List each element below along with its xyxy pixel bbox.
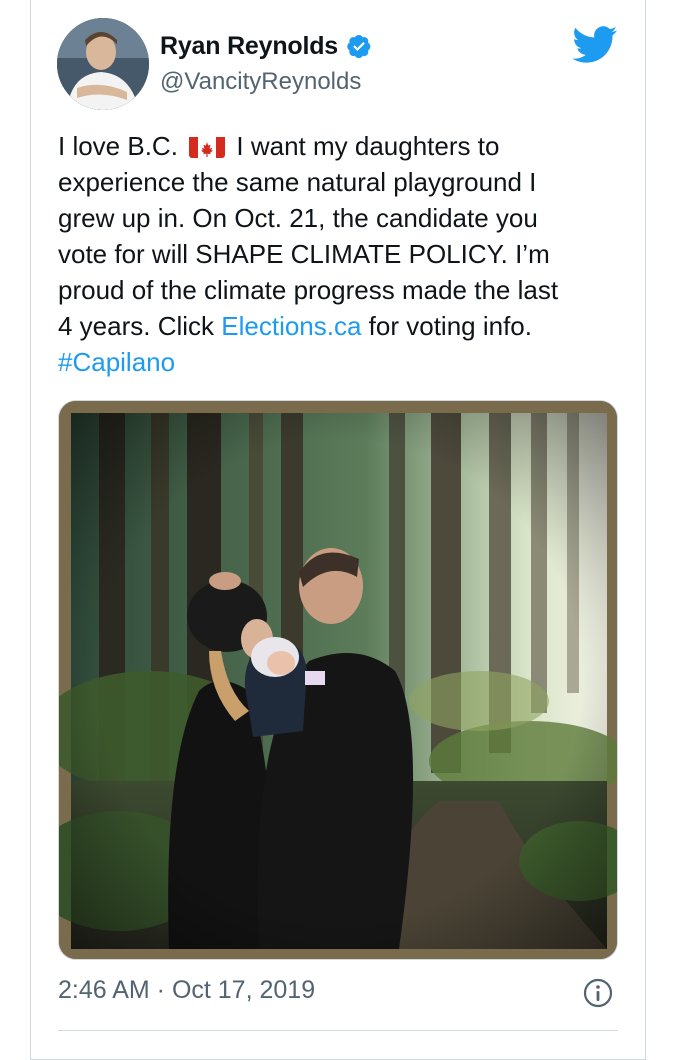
author-name-row: Ryan Reynolds — [160, 28, 372, 64]
tweet-text-segment: I want my daughters to — [229, 131, 500, 161]
verified-badge-icon — [346, 33, 372, 59]
divider — [58, 1030, 618, 1031]
tweet-line-4: vote for will SHAPE CLIMATE POLICY. I’m — [58, 239, 550, 269]
avatar-image — [57, 18, 149, 110]
author-handle[interactable]: @VancityReynolds — [160, 68, 361, 96]
tweet-text-segment: for voting info. — [361, 311, 532, 341]
tweet-text: I love B.C. I want my daughters to exper… — [58, 128, 628, 380]
tweet-text-segment: 4 years. Click — [58, 311, 222, 341]
tweet-line-2: experience the same natural playground I — [58, 167, 537, 197]
tweet-line-5: proud of the climate progress made the l… — [58, 275, 559, 305]
elections-link[interactable]: Elections.ca — [221, 311, 361, 341]
author-name[interactable]: Ryan Reynolds — [160, 32, 338, 61]
twitter-bird-icon[interactable] — [572, 26, 618, 64]
hashtag-link[interactable]: #Capilano — [58, 344, 628, 380]
info-icon[interactable] — [582, 977, 614, 1009]
tweet-line-3: grew up in. On Oct. 21, the candidate yo… — [58, 203, 538, 233]
forest-photo — [59, 401, 617, 959]
tweet-line-1: I love B.C. I want my daughters to — [58, 128, 628, 164]
tweet-line-6: 4 years. Click Elections.ca for voting i… — [58, 308, 628, 344]
avatar[interactable] — [57, 18, 149, 110]
tweet-timestamp[interactable]: 2:46 AM · Oct 17, 2019 — [58, 976, 315, 1005]
tweet-text-segment: I love B.C. — [58, 131, 186, 161]
canada-flag-icon — [189, 134, 226, 158]
tweet-media-photo[interactable] — [58, 400, 618, 960]
